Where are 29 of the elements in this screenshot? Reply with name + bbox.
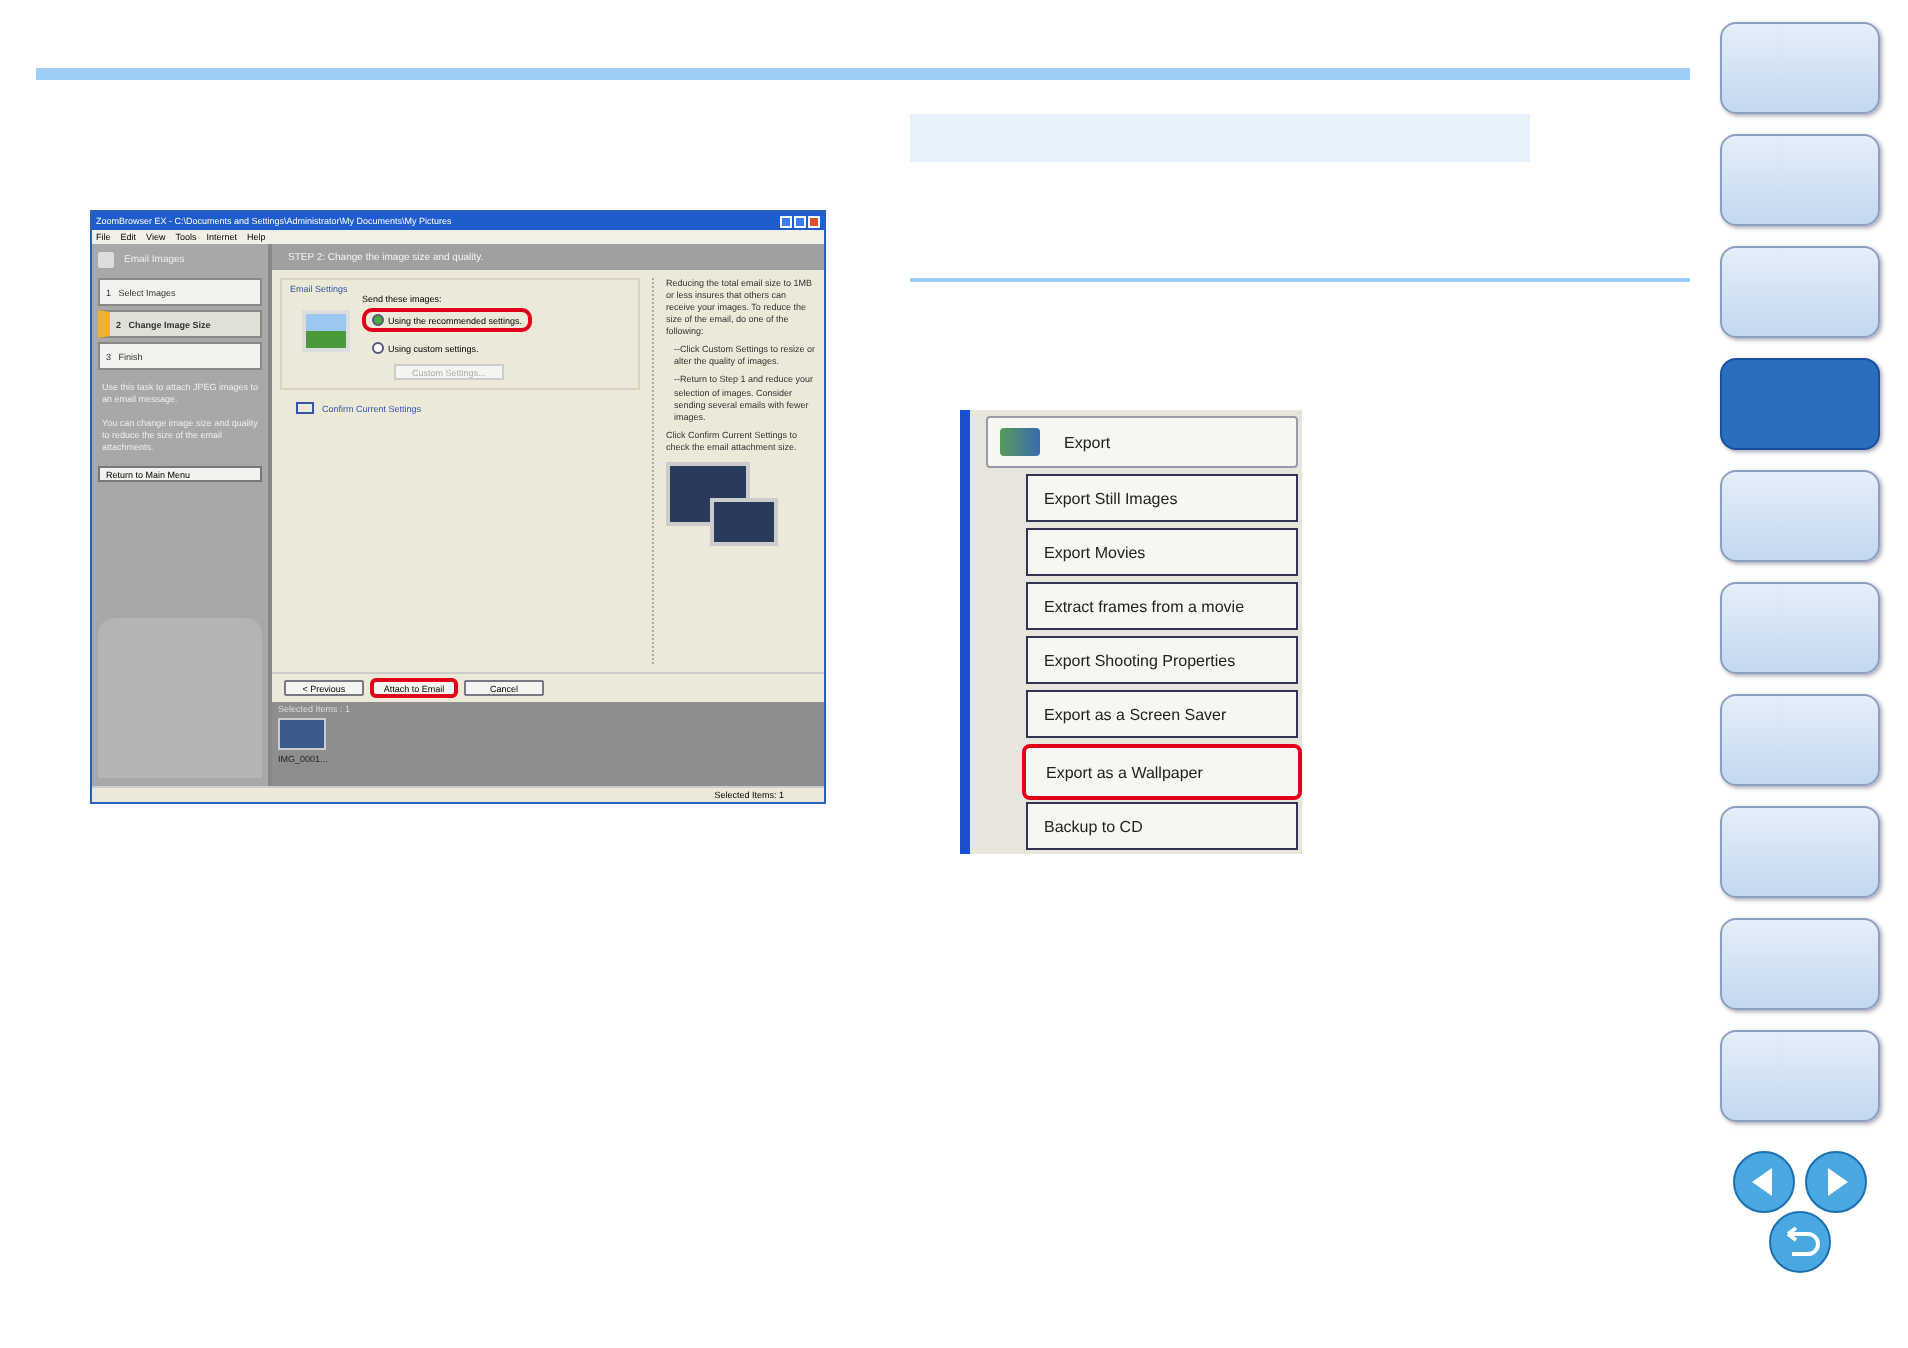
nav-button[interactable] xyxy=(1719,358,1879,450)
photo-placeholder xyxy=(666,461,778,546)
export-menu-item[interactable]: Export Shooting Properties xyxy=(1026,636,1298,684)
next-page-icon[interactable] xyxy=(1803,1150,1867,1214)
nav-button[interactable] xyxy=(1719,470,1879,562)
nav-button[interactable] xyxy=(1719,246,1879,338)
export-menu-item[interactable]: Backup to CD xyxy=(1026,802,1298,850)
close-icon[interactable] xyxy=(808,215,820,227)
nav-button[interactable] xyxy=(1719,582,1879,674)
nav-button[interactable] xyxy=(1719,806,1879,898)
email-picture-icon xyxy=(302,310,350,352)
export-icon xyxy=(1000,428,1040,456)
nav-button[interactable] xyxy=(1719,694,1879,786)
previous-page-icon[interactable] xyxy=(1731,1150,1795,1214)
export-label: Export xyxy=(1064,433,1111,451)
return-icon[interactable] xyxy=(1767,1210,1831,1274)
export-menu-item[interactable]: Export as a Screen Saver xyxy=(1026,690,1298,738)
nav-button[interactable] xyxy=(1719,22,1879,114)
maximize-icon[interactable] xyxy=(794,215,806,227)
export-menu-item[interactable]: Export Movies xyxy=(1026,528,1298,576)
nav-button[interactable] xyxy=(1719,918,1879,1010)
export-menu-item[interactable]: Export as a Wallpaper xyxy=(1022,744,1302,800)
photo-placeholder[interactable] xyxy=(278,718,326,750)
export-menu-item[interactable]: Extract frames from a movie xyxy=(1026,582,1298,630)
nav-button[interactable] xyxy=(1719,134,1879,226)
minimize-icon[interactable] xyxy=(780,215,792,227)
export-header[interactable]: Export xyxy=(986,416,1298,468)
export-menu-item[interactable]: Export Still Images xyxy=(1026,474,1298,522)
nav-button[interactable] xyxy=(1719,1030,1879,1122)
